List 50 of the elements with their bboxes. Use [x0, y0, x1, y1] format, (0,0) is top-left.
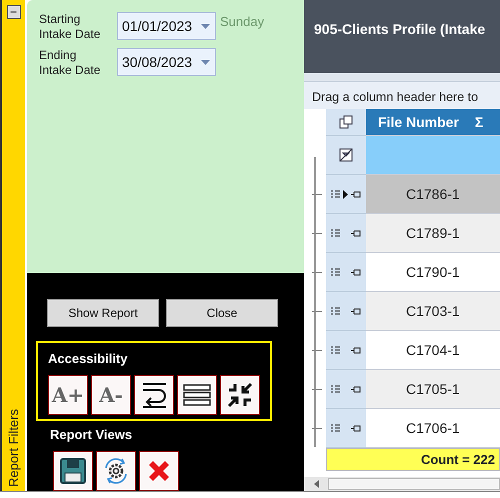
date-field[interactable]: 30/08/2023	[117, 48, 216, 76]
table-cell[interactable]: C1703-1	[366, 292, 500, 331]
save-button[interactable]	[53, 451, 93, 491]
filter-icon[interactable]	[339, 148, 353, 162]
shrink-button[interactable]	[220, 375, 260, 415]
table-cell[interactable]: C1705-1	[366, 370, 500, 409]
shrink-arrows-icon	[226, 381, 254, 409]
pin-icon[interactable]	[351, 386, 361, 392]
lines-icon	[183, 384, 211, 406]
pin-icon[interactable]	[351, 268, 361, 276]
table-cell[interactable]: C1789-1	[366, 214, 500, 253]
detail-list-icon[interactable]	[331, 385, 340, 393]
increase-font-button[interactable]: A+	[48, 375, 88, 415]
section-title: Report Views	[50, 428, 132, 442]
collapse-button[interactable]: −	[6, 5, 20, 19]
pin-icon[interactable]	[351, 190, 361, 198]
close-button[interactable]: Close	[166, 299, 278, 327]
filter-cell[interactable]	[366, 136, 500, 175]
pin-icon[interactable]	[351, 346, 361, 354]
field-label: Starting Intake Date	[39, 12, 102, 42]
report-title: 905-Clients Profile (Intake	[304, 0, 500, 73]
group-panel-hint: Drag a column header here to	[304, 81, 500, 109]
table-cell[interactable]: C1786-1	[366, 175, 500, 214]
sidebar-label[interactable]: Report Filters	[4, 408, 24, 487]
detail-list-icon[interactable]	[331, 424, 340, 432]
column-header[interactable]: File Number Σ	[366, 109, 500, 136]
detail-list-icon[interactable]	[331, 229, 340, 237]
dropdown-arrow-icon[interactable]	[201, 24, 210, 29]
pin-icon[interactable]	[351, 230, 361, 236]
column-chooser-icon[interactable]	[339, 115, 353, 129]
detail-list-icon[interactable]	[331, 268, 340, 276]
show-report-button[interactable]: Show Report	[47, 299, 159, 327]
count-summary: Count = 222	[326, 448, 500, 471]
weekday-label: Sunday	[220, 13, 264, 31]
field-label: Ending Intake Date	[39, 48, 102, 78]
summary-icon[interactable]: Σ	[474, 112, 484, 132]
detail-list-icon[interactable]	[331, 190, 340, 198]
lines-button[interactable]	[177, 375, 217, 415]
settings-button[interactable]	[96, 451, 136, 491]
pin-icon[interactable]	[351, 308, 361, 314]
scroll-left-icon[interactable]	[312, 479, 322, 489]
pin-icon[interactable]	[351, 424, 361, 432]
detail-list-icon[interactable]	[331, 307, 340, 315]
wrap-button[interactable]	[134, 375, 174, 415]
detail-list-icon[interactable]	[331, 346, 340, 354]
decrease-font-button[interactable]: A-	[91, 375, 131, 415]
delete-button[interactable]	[139, 451, 179, 491]
section-title: Accessibility	[48, 352, 128, 366]
dropdown-arrow-icon[interactable]	[201, 60, 210, 65]
date-field[interactable]: 01/01/2023	[117, 12, 216, 40]
